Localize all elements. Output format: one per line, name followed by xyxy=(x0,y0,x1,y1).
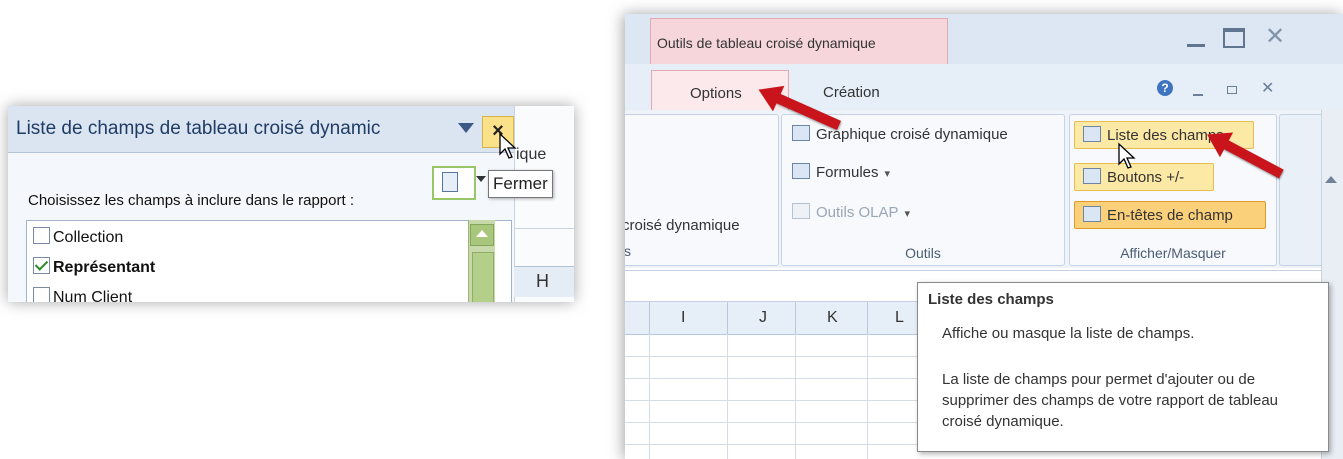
field-list-pane: Liste de champs de tableau croisé dynami… xyxy=(8,106,574,302)
field-item-representant[interactable]: Représentant xyxy=(33,257,155,277)
column-header-j[interactable]: J xyxy=(759,309,767,327)
pivot-group-section-label: s xyxy=(625,243,631,259)
pivot-chart-label: Graphique croisé dynamique xyxy=(816,126,1008,143)
tooltip-line-1: Affiche ou masque la liste de champs. xyxy=(942,325,1195,342)
group-label-outils: Outils xyxy=(905,245,941,261)
workbook-close-icon[interactable]: ✕ xyxy=(1261,78,1274,98)
excel-window: Outils de tableau croisé dynamique ✕ Opt… xyxy=(625,14,1343,459)
column-header[interactable]: H xyxy=(514,266,574,297)
chevron-down-icon[interactable] xyxy=(476,176,486,182)
field-list-tooltip: Liste des champs Affiche ou masque la li… xyxy=(917,282,1329,452)
field-list-icon xyxy=(1083,126,1101,142)
partial-ribbon-text: ique xyxy=(516,146,547,163)
scroll-up-icon[interactable] xyxy=(470,224,494,246)
grid-line xyxy=(727,334,728,459)
field-list: Collection Représentant Num Client xyxy=(26,220,512,302)
field-headers-toggle-content: En-têtes de champ xyxy=(1083,206,1233,224)
pivot-layout-icon xyxy=(442,172,458,192)
field-list-title: Liste de champs de tableau croisé dynami… xyxy=(16,118,381,139)
column-header-label: H xyxy=(536,271,549,291)
mouse-cursor-icon xyxy=(499,132,517,159)
grid-line xyxy=(514,228,574,229)
column-divider xyxy=(795,302,796,334)
checkbox-checked[interactable] xyxy=(33,257,50,274)
dropdown-arrow-icon[interactable] xyxy=(458,123,474,133)
maximize-icon[interactable] xyxy=(1223,28,1245,48)
help-icon[interactable]: ? xyxy=(1157,80,1173,96)
field-item-num-client[interactable]: Num Client xyxy=(33,287,132,302)
ribbon-group-outils: Graphique croisé dynamique Formules ▾ Out… xyxy=(781,114,1065,266)
ribbon-group-pivot: croisé dynamique s xyxy=(625,114,779,266)
layout-button[interactable] xyxy=(432,166,476,200)
column-header-k[interactable]: K xyxy=(827,309,838,327)
checkbox[interactable] xyxy=(33,287,50,302)
plus-minus-icon xyxy=(1083,168,1101,184)
field-headers-toggle[interactable]: En-têtes de champ xyxy=(1074,201,1266,229)
field-item-collection[interactable]: Collection xyxy=(33,227,123,247)
pivot-chart-button[interactable]: Graphique croisé dynamique xyxy=(792,125,1008,143)
grid-line xyxy=(795,334,796,459)
tab-label: Options xyxy=(690,85,742,102)
group-label-afficher-masquer: Afficher/Masquer xyxy=(1120,245,1226,261)
tooltip-title: Liste des champs xyxy=(928,291,1054,308)
close-icon[interactable]: ✕ xyxy=(1265,22,1285,51)
grid-line xyxy=(649,334,650,459)
instruction-text: Choisissez les champs à inclure dans le … xyxy=(28,192,354,209)
olap-tools-button[interactable]: Outils OLAP ▾ xyxy=(792,203,910,221)
olap-icon xyxy=(792,203,810,219)
field-label: Représentant xyxy=(53,259,156,276)
chart-icon xyxy=(792,125,810,141)
minimize-icon[interactable] xyxy=(1187,44,1205,47)
column-divider xyxy=(649,302,650,334)
column-divider xyxy=(727,302,728,334)
tooltip-line-2: La liste de champs pour permet d'ajouter… xyxy=(942,371,1279,430)
checkbox[interactable] xyxy=(33,227,50,244)
column-header-l[interactable]: L xyxy=(895,309,904,327)
table-header-icon xyxy=(1083,206,1101,222)
workbook-minimize-icon[interactable] xyxy=(1193,94,1203,96)
field-label: Collection xyxy=(53,229,124,246)
tab-creation[interactable]: Création xyxy=(823,84,880,101)
field-label: Num Client xyxy=(53,289,133,302)
context-tab-pivot-tools: Outils de tableau croisé dynamique xyxy=(650,18,948,65)
workbook-restore-icon[interactable] xyxy=(1227,86,1237,94)
scroll-up-icon[interactable] xyxy=(1325,176,1337,183)
context-tab-label: Outils de tableau croisé dynamique xyxy=(657,35,876,51)
chevron-down-icon: ▾ xyxy=(884,168,891,180)
grid-line xyxy=(867,334,868,459)
column-header-i[interactable]: I xyxy=(681,309,685,327)
olap-label: Outils OLAP xyxy=(816,204,899,221)
chevron-down-icon: ▾ xyxy=(904,208,911,220)
pivot-group-label[interactable]: croisé dynamique xyxy=(625,217,740,234)
close-tooltip: Fermer xyxy=(488,170,553,198)
ribbon-group-afficher-masquer: Liste des champs Boutons +/- En-têtes de… xyxy=(1069,114,1277,266)
column-divider xyxy=(867,302,868,334)
formulas-label: Formules xyxy=(816,164,879,181)
formula-icon xyxy=(792,163,810,179)
mouse-cursor-icon xyxy=(1118,142,1136,169)
scrollbar-thumb[interactable] xyxy=(472,252,494,302)
buttons-toggle[interactable]: Boutons +/- xyxy=(1074,163,1214,191)
field-headers-toggle-label: En-têtes de champ xyxy=(1107,207,1233,224)
formulas-button[interactable]: Formules ▾ xyxy=(792,163,890,181)
